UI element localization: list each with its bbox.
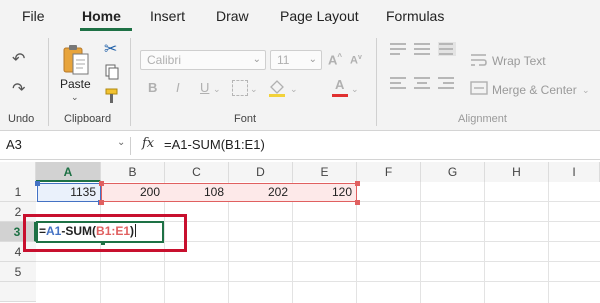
gridline (36, 261, 600, 262)
font-size-combobox[interactable]: 11 ⌄ (270, 50, 322, 70)
bold-icon[interactable]: B (148, 80, 157, 95)
chevron-down-icon[interactable]: ⌄ (213, 84, 221, 95)
undo-icon[interactable]: ↶ (12, 52, 25, 68)
chevron-down-icon: ⌄ (252, 54, 261, 65)
column-header-b[interactable]: B (101, 162, 165, 182)
gridline (36, 281, 600, 282)
increase-font-size-icon[interactable]: A^ (328, 52, 342, 67)
wrap-text-button[interactable]: Wrap Text (492, 54, 546, 68)
copy-icon[interactable] (104, 64, 120, 80)
column-header-e[interactable]: E (293, 162, 357, 182)
paste-icon[interactable] (62, 42, 90, 76)
wrap-text-icon[interactable] (470, 52, 488, 68)
row-header-1[interactable]: 1 (0, 182, 36, 202)
decrease-font-size-icon[interactable]: Av (350, 54, 362, 67)
font-color-icon[interactable]: A (332, 77, 348, 98)
paste-button[interactable]: Paste (60, 77, 91, 91)
cell-a1[interactable]: 1135 (36, 182, 101, 202)
cut-icon[interactable]: ✂ (104, 42, 117, 58)
redo-icon[interactable]: ↷ (12, 82, 25, 98)
group-separator (130, 38, 131, 126)
select-all-corner[interactable] (0, 162, 36, 182)
column-header-g[interactable]: G (421, 162, 485, 182)
undo-label: Undo (8, 113, 35, 125)
row-header-5[interactable]: 5 (0, 262, 36, 282)
tab-page-layout[interactable]: Page Layout (280, 8, 359, 24)
tab-draw[interactable]: Draw (216, 8, 249, 24)
gridline (420, 182, 421, 303)
underline-icon[interactable]: U (200, 80, 209, 95)
chevron-down-icon[interactable]: ⌄ (582, 85, 590, 96)
row-header-6[interactable] (0, 282, 36, 302)
formula-bar-divider (130, 137, 131, 155)
cell-e1[interactable]: 120 (293, 182, 357, 202)
align-left-icon[interactable] (390, 76, 408, 90)
group-separator (376, 38, 377, 126)
italic-icon[interactable]: I (176, 80, 180, 95)
paste-dropdown-chevron-icon[interactable]: ⌄ (71, 92, 79, 103)
font-size-value: 11 (277, 53, 290, 67)
cell-d1[interactable]: 202 (229, 182, 293, 202)
format-painter-icon[interactable] (104, 88, 120, 104)
align-bottom-icon[interactable] (438, 42, 456, 56)
align-right-icon[interactable] (438, 76, 456, 90)
alignment-group-label: Alignment (458, 113, 507, 125)
font-name-value: Calibri (147, 53, 182, 67)
font-group-label: Font (234, 113, 257, 125)
column-header-i[interactable]: I (549, 162, 600, 182)
borders-icon[interactable] (232, 80, 248, 96)
chevron-down-icon[interactable]: ⌄ (117, 137, 125, 148)
cell-c1[interactable]: 108 (165, 182, 229, 202)
cell-b1[interactable]: 200 (101, 182, 165, 202)
column-header-f[interactable]: F (357, 162, 421, 182)
alignment-buttons (390, 42, 458, 102)
chevron-down-icon[interactable]: ⌄ (351, 84, 359, 95)
merge-center-button[interactable]: Merge & Center (492, 83, 577, 97)
column-header-d[interactable]: D (229, 162, 293, 182)
tab-home[interactable]: Home (82, 8, 121, 24)
group-separator (48, 38, 49, 126)
tab-formulas[interactable]: Formulas (386, 8, 444, 24)
gridline (548, 182, 549, 303)
formula-input[interactable]: =A1-SUM(B1:E1) (164, 137, 265, 152)
tab-file[interactable]: File (22, 8, 45, 24)
font-name-combobox[interactable]: Calibri ⌄ (140, 50, 266, 70)
chevron-down-icon[interactable]: ⌄ (250, 84, 258, 95)
column-header-h[interactable]: H (485, 162, 549, 182)
merge-center-icon[interactable] (470, 80, 488, 96)
clipboard-group-label: Clipboard (64, 113, 112, 125)
align-middle-icon[interactable] (414, 42, 432, 56)
column-header-c[interactable]: C (165, 162, 229, 182)
chevron-down-icon[interactable]: ⌄ (290, 84, 298, 95)
highlight-callout-box (23, 214, 187, 252)
gridline (484, 182, 485, 303)
name-box[interactable]: A3 (0, 134, 124, 156)
align-top-icon[interactable] (390, 42, 408, 56)
fill-color-icon[interactable] (268, 78, 286, 98)
column-header-a[interactable]: A (36, 162, 101, 182)
insert-function-icon[interactable]: fx (142, 136, 154, 151)
tab-insert[interactable]: Insert (150, 8, 185, 24)
chevron-down-icon: ⌄ (308, 54, 317, 65)
align-center-icon[interactable] (414, 76, 432, 90)
active-tab-indicator (80, 28, 132, 31)
